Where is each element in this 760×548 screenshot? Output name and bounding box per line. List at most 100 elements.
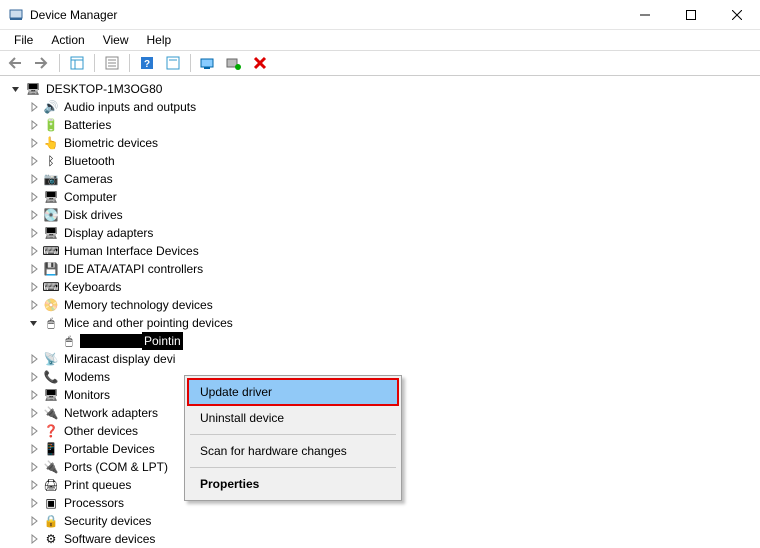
tree-root-label: DESKTOP-1M3OG80 (44, 80, 164, 98)
tree-category[interactable]: ᛒBluetooth (8, 152, 760, 170)
tree-category-label: Security devices (62, 512, 153, 530)
tree-category-label: Other devices (62, 422, 140, 440)
minimize-button[interactable] (622, 0, 668, 30)
properties-button[interactable] (100, 52, 124, 74)
memory-icon: 📀 (42, 297, 60, 313)
tree-category[interactable]: 📀Memory technology devices (8, 296, 760, 314)
expand-icon[interactable] (26, 189, 42, 205)
update-driver-button[interactable] (196, 52, 220, 74)
expand-icon[interactable] (26, 351, 42, 367)
expand-icon[interactable] (26, 135, 42, 151)
tree-category-label: Keyboards (62, 278, 123, 296)
menu-view[interactable]: View (95, 31, 137, 49)
tree-category[interactable]: 📡Miracast display devi (8, 350, 760, 368)
expand-icon[interactable] (8, 81, 24, 97)
scan-hardware-button[interactable] (161, 52, 185, 74)
tree-category-label: Ports (COM & LPT) (62, 458, 170, 476)
menu-file[interactable]: File (6, 31, 41, 49)
tree-category-label: Disk drives (62, 206, 125, 224)
expand-icon[interactable] (26, 153, 42, 169)
ctx-scan-hardware[interactable]: Scan for hardware changes (188, 438, 398, 464)
tree-category[interactable]: 🖱Mice and other pointing devices (8, 314, 760, 332)
hid-icon: ⌨ (42, 243, 60, 259)
expand-icon[interactable] (26, 99, 42, 115)
tree-category-label: Batteries (62, 116, 113, 134)
tree-category-label: Memory technology devices (62, 296, 215, 314)
tree-category[interactable]: 📷Cameras (8, 170, 760, 188)
tree-category[interactable]: ⌨Human Interface Devices (8, 242, 760, 260)
network-icon: 🔌 (42, 405, 60, 421)
ctx-update-driver[interactable]: Update driver (188, 379, 398, 405)
expand-icon[interactable] (26, 207, 42, 223)
tree-category-label: Monitors (62, 386, 112, 404)
tree-category[interactable]: ⚙Software devices (8, 530, 760, 548)
expand-icon[interactable] (26, 171, 42, 187)
maximize-button[interactable] (668, 0, 714, 30)
toolbar: ? (0, 50, 760, 76)
expand-icon[interactable] (26, 405, 42, 421)
expand-icon[interactable] (26, 279, 42, 295)
toolbar-separator (129, 54, 130, 72)
expand-icon[interactable] (26, 387, 42, 403)
ctx-properties[interactable]: Properties (188, 471, 398, 497)
tree-device[interactable]: 🖱Pointin (8, 332, 760, 350)
expand-icon[interactable] (26, 513, 42, 529)
back-button[interactable] (4, 52, 28, 74)
tree-category[interactable]: 🔋Batteries (8, 116, 760, 134)
security-icon: 🔒 (42, 513, 60, 529)
camera-icon: 📷 (42, 171, 60, 187)
expand-icon[interactable] (26, 243, 42, 259)
close-button[interactable] (714, 0, 760, 30)
titlebar: Device Manager (0, 0, 760, 30)
help-button[interactable]: ? (135, 52, 159, 74)
expand-icon[interactable] (26, 225, 42, 241)
tree-category-label: Modems (62, 368, 112, 386)
ctx-uninstall-device[interactable]: Uninstall device (188, 405, 398, 431)
ide-icon: 💾 (42, 261, 60, 277)
uninstall-device-button[interactable] (222, 52, 246, 74)
expand-icon[interactable] (26, 459, 42, 475)
svg-text:?: ? (144, 59, 150, 70)
portable-icon: 📱 (42, 441, 60, 457)
tree-category[interactable]: 🖥Display adapters (8, 224, 760, 242)
ctx-separator (190, 434, 396, 435)
tree-category[interactable]: ⌨Keyboards (8, 278, 760, 296)
monitor-icon: 🖥 (42, 387, 60, 403)
menu-action[interactable]: Action (43, 31, 92, 49)
expand-icon[interactable] (26, 441, 42, 457)
other-icon: ❓ (42, 423, 60, 439)
tree-category-label: Print queues (62, 476, 133, 494)
window-title: Device Manager (30, 8, 622, 22)
tree-category-label: Cameras (62, 170, 115, 188)
expand-icon[interactable] (26, 315, 42, 331)
expand-icon[interactable] (26, 423, 42, 439)
tree-category[interactable]: 🖥Computer (8, 188, 760, 206)
expand-icon[interactable] (26, 369, 42, 385)
disable-device-button[interactable] (248, 52, 272, 74)
disk-icon: 💽 (42, 207, 60, 223)
miracast-icon: 📡 (42, 351, 60, 367)
tree-category-label: Display adapters (62, 224, 155, 242)
tree-category[interactable]: 💽Disk drives (8, 206, 760, 224)
show-hide-tree-button[interactable] (65, 52, 89, 74)
tree-device-label-redacted (80, 334, 142, 348)
menu-help[interactable]: Help (139, 31, 180, 49)
tree-category-label: Human Interface Devices (62, 242, 201, 260)
tree-category[interactable]: 🔊Audio inputs and outputs (8, 98, 760, 116)
mouse-icon: 🖱 (60, 333, 78, 349)
expand-icon[interactable] (26, 495, 42, 511)
tree-category[interactable]: 💾IDE ATA/ATAPI controllers (8, 260, 760, 278)
expand-icon[interactable] (26, 477, 42, 493)
expand-icon[interactable] (26, 297, 42, 313)
forward-button[interactable] (30, 52, 54, 74)
bluetooth-icon: ᛒ (42, 153, 60, 169)
expand-icon[interactable] (26, 261, 42, 277)
expand-icon[interactable] (26, 117, 42, 133)
cpu-icon: ▣ (42, 495, 60, 511)
toolbar-separator (59, 54, 60, 72)
context-menu: Update driver Uninstall device Scan for … (184, 375, 402, 501)
tree-category-label: Processors (62, 494, 126, 512)
tree-category[interactable]: 👆Biometric devices (8, 134, 760, 152)
tree-root[interactable]: 🖥DESKTOP-1M3OG80 (8, 80, 760, 98)
tree-category[interactable]: 🔒Security devices (8, 512, 760, 530)
